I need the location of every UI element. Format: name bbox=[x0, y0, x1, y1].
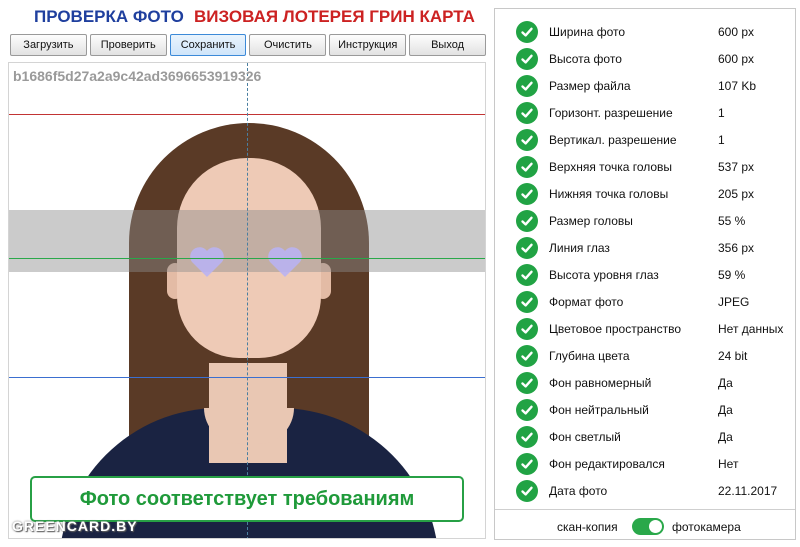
check-value: Нет bbox=[718, 456, 739, 471]
app-subtitle: ВИЗОВАЯ ЛОТЕРЕЯ ГРИН КАРТА bbox=[194, 7, 475, 26]
check-label: Размер головы bbox=[549, 213, 633, 228]
check-value: Да bbox=[718, 429, 733, 444]
check-label: Высота фото bbox=[549, 51, 622, 66]
check-label: Высота уровня глаз bbox=[549, 267, 659, 282]
check-row: Нижняя точка головы 205 px bbox=[495, 180, 795, 207]
check-value: 55 % bbox=[718, 213, 746, 228]
check-row: Горизонт. разрешение 1 bbox=[495, 99, 795, 126]
check-label: Фон редактировался bbox=[549, 456, 665, 471]
check-label: Размер файла bbox=[549, 78, 631, 93]
check-value: 107 Kb bbox=[718, 78, 757, 93]
eye-marker-right-icon bbox=[268, 247, 302, 277]
check-label: Дата фото bbox=[549, 483, 608, 498]
center-line bbox=[247, 63, 248, 538]
check-row: Верхняя точка головы 537 px bbox=[495, 153, 795, 180]
check-value: 1 bbox=[718, 132, 725, 147]
check-icon bbox=[516, 398, 538, 421]
source-mode-switch: скан-копия фотокамера bbox=[495, 517, 795, 537]
check-value: 356 px bbox=[718, 240, 755, 255]
check-label: Вертикал. разрешение bbox=[549, 132, 677, 147]
check-label: Глубина цвета bbox=[549, 348, 630, 363]
check-label: Фон светлый bbox=[549, 429, 621, 444]
check-row: Глубина цвета 24 bit bbox=[495, 342, 795, 369]
check-icon bbox=[516, 290, 538, 313]
check-results-panel: Ширина фото 600 px Высота фото 600 px Размер… bbox=[494, 8, 796, 540]
site-watermark: GREENCARD.BY bbox=[12, 518, 138, 534]
check-label: Верхняя точка головы bbox=[549, 159, 673, 174]
check-icon bbox=[516, 236, 538, 259]
check-icon bbox=[516, 155, 538, 178]
check-icon bbox=[516, 128, 538, 151]
check-row: Размер головы 55 % bbox=[495, 207, 795, 234]
check-icon bbox=[516, 344, 538, 367]
check-row: Высота фото 600 px bbox=[495, 45, 795, 72]
check-label: Ширина фото bbox=[549, 24, 626, 39]
check-row: Цветовое пространство Нет данных bbox=[495, 315, 795, 342]
check-icon bbox=[516, 101, 538, 124]
mode-camera-label: фотокамера bbox=[672, 520, 741, 534]
toggle-knob bbox=[649, 520, 662, 533]
check-value: 205 px bbox=[718, 186, 755, 201]
check-row: Дата фото 22.11.2017 bbox=[495, 477, 795, 504]
check-button[interactable]: Проверить bbox=[89, 34, 167, 56]
check-value: 537 px bbox=[718, 159, 755, 174]
check-row: Размер файла 107 Kb bbox=[495, 72, 795, 99]
app-header: ПРОВЕРКА ФОТО ВИЗОВАЯ ЛОТЕРЕЯ ГРИН КАРТА bbox=[0, 0, 490, 32]
check-icon bbox=[516, 479, 538, 502]
check-row: Вертикал. разрешение 1 bbox=[495, 126, 795, 153]
exit-button[interactable]: Выход bbox=[409, 34, 486, 56]
check-row: Фон редактировался Нет bbox=[495, 450, 795, 477]
check-row: Высота уровня глаз 59 % bbox=[495, 261, 795, 288]
check-icon bbox=[516, 263, 538, 286]
check-label: Горизонт. разрешение bbox=[549, 105, 673, 120]
check-value: 600 px bbox=[718, 24, 755, 39]
load-button[interactable]: Загрузить bbox=[10, 34, 87, 56]
panel-divider bbox=[495, 509, 795, 510]
check-label: Формат фото bbox=[549, 294, 624, 309]
check-row: Фон светлый Да bbox=[495, 423, 795, 450]
check-label: Линия глаз bbox=[549, 240, 610, 255]
photo-viewer[interactable]: b1686f5d27a2a9c42ad3696653919326 bbox=[8, 62, 486, 539]
check-value: 1 bbox=[718, 105, 725, 120]
check-label: Фон нейтральный bbox=[549, 402, 649, 417]
check-row: Линия глаз 356 px bbox=[495, 234, 795, 261]
check-row: Ширина фото 600 px bbox=[495, 18, 795, 45]
check-value: Да bbox=[718, 402, 733, 417]
check-label: Нижняя точка головы bbox=[549, 186, 669, 201]
toolbar: Загрузить Проверить Сохранить Очистить И… bbox=[10, 34, 486, 56]
photo-hash: b1686f5d27a2a9c42ad3696653919326 bbox=[13, 68, 262, 84]
check-icon bbox=[516, 182, 538, 205]
check-icon bbox=[516, 317, 538, 340]
result-banner: Фото соответствует требованиям bbox=[30, 476, 464, 522]
check-label: Фон равномерный bbox=[549, 375, 652, 390]
check-label: Цветовое пространство bbox=[549, 321, 682, 336]
check-value: JPEG bbox=[718, 294, 750, 309]
check-value: 24 bit bbox=[718, 348, 748, 363]
check-list: Ширина фото 600 px Высота фото 600 px Размер… bbox=[495, 18, 795, 504]
check-icon bbox=[516, 74, 538, 97]
check-value: 59 % bbox=[718, 267, 746, 282]
check-icon bbox=[516, 20, 538, 43]
save-button[interactable]: Сохранить bbox=[169, 34, 247, 56]
check-row: Фон равномерный Да bbox=[495, 369, 795, 396]
mode-scan-label: скан-копия bbox=[557, 520, 618, 534]
check-row: Формат фото JPEG bbox=[495, 288, 795, 315]
check-icon bbox=[516, 47, 538, 70]
app-title: ПРОВЕРКА ФОТО bbox=[34, 7, 184, 26]
check-icon bbox=[516, 425, 538, 448]
eye-marker-left-icon bbox=[190, 247, 224, 277]
clear-button[interactable]: Очистить bbox=[249, 34, 327, 56]
check-icon bbox=[516, 209, 538, 232]
instructions-button[interactable]: Инструкция bbox=[329, 34, 407, 56]
check-icon bbox=[516, 371, 538, 394]
check-icon bbox=[516, 452, 538, 475]
check-value: 600 px bbox=[718, 51, 755, 66]
check-value: 22.11.2017 bbox=[718, 483, 778, 498]
mode-toggle[interactable] bbox=[632, 518, 664, 535]
check-row: Фон нейтральный Да bbox=[495, 396, 795, 423]
check-value: Да bbox=[718, 375, 733, 390]
check-value: Нет данных bbox=[718, 321, 784, 336]
